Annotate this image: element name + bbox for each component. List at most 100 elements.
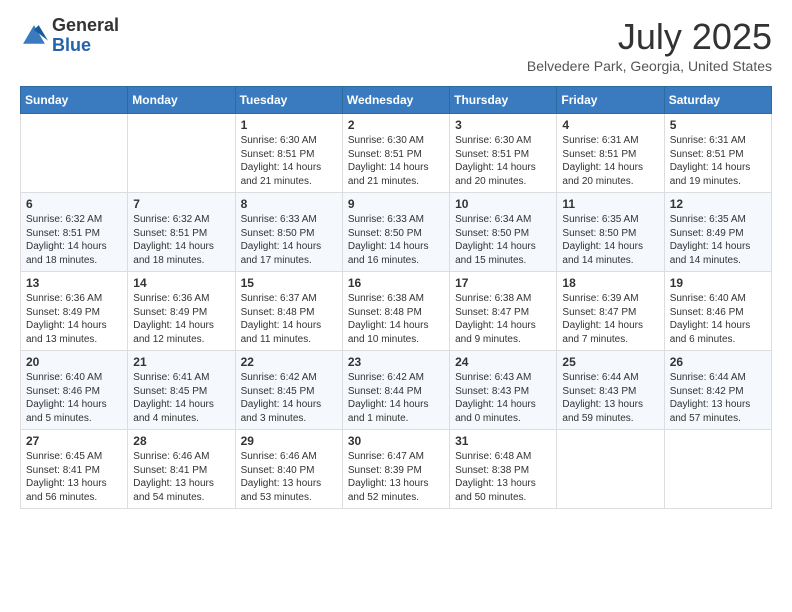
calendar-cell: 2 Sunrise: 6:30 AMSunset: 8:51 PMDaylight… bbox=[342, 114, 449, 193]
calendar-cell: 29Sunrise: 6:46 AMSunset: 8:40 PMDayligh… bbox=[235, 430, 342, 509]
calendar-header-row: SundayMondayTuesdayWednesdayThursdayFrid… bbox=[21, 87, 772, 114]
calendar-cell: 4Sunrise: 6:31 AMSunset: 8:51 PMDaylight… bbox=[557, 114, 664, 193]
page-header: General Blue July 2025 Belvedere Park, G… bbox=[20, 16, 772, 74]
cell-info: Sunrise: 6:31 AMSunset: 8:51 PMDaylight:… bbox=[670, 135, 751, 187]
day-number: 12 bbox=[670, 197, 766, 211]
calendar-cell bbox=[21, 114, 128, 193]
day-number: 19 bbox=[670, 276, 766, 290]
calendar-cell: 21Sunrise: 6:41 AMSunset: 8:45 PMDayligh… bbox=[128, 351, 235, 430]
calendar-cell bbox=[664, 430, 771, 509]
calendar-cell: 15 Sunrise: 6:37 AMSunset: 8:48 PMDayligh… bbox=[235, 272, 342, 351]
cell-info: Sunrise: 6:32 AMSunset: 8:51 PMDaylight:… bbox=[133, 214, 214, 266]
day-number: 22 bbox=[241, 355, 337, 369]
cell-info: Sunrise: 6:43 AMSunset: 8:43 PMDaylight:… bbox=[455, 372, 536, 424]
calendar-cell: 20Sunrise: 6:40 AMSunset: 8:46 PMDayligh… bbox=[21, 351, 128, 430]
calendar-cell: 3 Sunrise: 6:30 AMSunset: 8:51 PMDaylight… bbox=[450, 114, 557, 193]
calendar-week-row: 20Sunrise: 6:40 AMSunset: 8:46 PMDayligh… bbox=[21, 351, 772, 430]
weekday-header-sunday: Sunday bbox=[21, 87, 128, 114]
cell-info: Sunrise: 6:30 AMSunset: 8:51 PMDaylight:… bbox=[348, 135, 429, 187]
weekday-header-thursday: Thursday bbox=[450, 87, 557, 114]
calendar-cell: 11Sunrise: 6:35 AMSunset: 8:50 PMDayligh… bbox=[557, 193, 664, 272]
calendar-cell: 6 Sunrise: 6:32 AMSunset: 8:51 PMDaylight… bbox=[21, 193, 128, 272]
cell-info: Sunrise: 6:35 AMSunset: 8:49 PMDaylight:… bbox=[670, 214, 751, 266]
month-title: July 2025 bbox=[527, 16, 772, 58]
logo: General Blue bbox=[20, 16, 119, 56]
calendar-cell: 5 Sunrise: 6:31 AMSunset: 8:51 PMDaylight… bbox=[664, 114, 771, 193]
day-number: 31 bbox=[455, 434, 551, 448]
day-number: 6 bbox=[26, 197, 122, 211]
cell-info: Sunrise: 6:30 AMSunset: 8:51 PMDaylight:… bbox=[241, 135, 322, 187]
day-number: 26 bbox=[670, 355, 766, 369]
cell-info: Sunrise: 6:32 AMSunset: 8:51 PMDaylight:… bbox=[26, 214, 107, 266]
day-number: 7 bbox=[133, 197, 229, 211]
day-number: 27 bbox=[26, 434, 122, 448]
cell-info: Sunrise: 6:46 AMSunset: 8:41 PMDaylight:… bbox=[133, 451, 214, 503]
cell-info: Sunrise: 6:30 AMSunset: 8:51 PMDaylight:… bbox=[455, 135, 536, 187]
day-number: 3 bbox=[455, 118, 551, 132]
calendar-cell: 1 Sunrise: 6:30 AMSunset: 8:51 PMDaylight… bbox=[235, 114, 342, 193]
calendar-cell: 8 Sunrise: 6:33 AMSunset: 8:50 PMDaylight… bbox=[235, 193, 342, 272]
cell-info: Sunrise: 6:38 AMSunset: 8:48 PMDaylight:… bbox=[348, 293, 429, 345]
cell-info: Sunrise: 6:47 AMSunset: 8:39 PMDaylight:… bbox=[348, 451, 429, 503]
calendar-week-row: 27 Sunrise: 6:45 AMSunset: 8:41 PMDayligh… bbox=[21, 430, 772, 509]
cell-info: Sunrise: 6:33 AMSunset: 8:50 PMDaylight:… bbox=[241, 214, 322, 266]
location-text: Belvedere Park, Georgia, United States bbox=[527, 58, 772, 74]
calendar-cell: 10 Sunrise: 6:34 AMSunset: 8:50 PMDayligh… bbox=[450, 193, 557, 272]
day-number: 9 bbox=[348, 197, 444, 211]
calendar-cell: 13 Sunrise: 6:36 AMSunset: 8:49 PMDayligh… bbox=[21, 272, 128, 351]
weekday-header-wednesday: Wednesday bbox=[342, 87, 449, 114]
cell-info: Sunrise: 6:39 AMSunset: 8:47 PMDaylight:… bbox=[562, 293, 643, 345]
calendar-cell: 27 Sunrise: 6:45 AMSunset: 8:41 PMDayligh… bbox=[21, 430, 128, 509]
calendar-cell: 25 Sunrise: 6:44 AMSunset: 8:43 PMDayligh… bbox=[557, 351, 664, 430]
day-number: 25 bbox=[562, 355, 658, 369]
calendar-cell: 12 Sunrise: 6:35 AMSunset: 8:49 PMDayligh… bbox=[664, 193, 771, 272]
cell-info: Sunrise: 6:45 AMSunset: 8:41 PMDaylight:… bbox=[26, 451, 107, 503]
weekday-header-monday: Monday bbox=[128, 87, 235, 114]
cell-info: Sunrise: 6:46 AMSunset: 8:40 PMDaylight:… bbox=[241, 451, 322, 503]
day-number: 15 bbox=[241, 276, 337, 290]
day-number: 11 bbox=[562, 197, 658, 211]
calendar-week-row: 13 Sunrise: 6:36 AMSunset: 8:49 PMDayligh… bbox=[21, 272, 772, 351]
title-block: July 2025 Belvedere Park, Georgia, Unite… bbox=[527, 16, 772, 74]
calendar-cell: 30 Sunrise: 6:47 AMSunset: 8:39 PMDayligh… bbox=[342, 430, 449, 509]
calendar-table: SundayMondayTuesdayWednesdayThursdayFrid… bbox=[20, 86, 772, 509]
cell-info: Sunrise: 6:37 AMSunset: 8:48 PMDaylight:… bbox=[241, 293, 322, 345]
day-number: 23 bbox=[348, 355, 444, 369]
day-number: 28 bbox=[133, 434, 229, 448]
day-number: 5 bbox=[670, 118, 766, 132]
calendar-cell bbox=[128, 114, 235, 193]
day-number: 8 bbox=[241, 197, 337, 211]
cell-info: Sunrise: 6:40 AMSunset: 8:46 PMDaylight:… bbox=[26, 372, 107, 424]
calendar-cell bbox=[557, 430, 664, 509]
calendar-cell: 19Sunrise: 6:40 AMSunset: 8:46 PMDayligh… bbox=[664, 272, 771, 351]
calendar-cell: 23Sunrise: 6:42 AMSunset: 8:44 PMDayligh… bbox=[342, 351, 449, 430]
weekday-header-tuesday: Tuesday bbox=[235, 87, 342, 114]
cell-info: Sunrise: 6:42 AMSunset: 8:45 PMDaylight:… bbox=[241, 372, 322, 424]
calendar-cell: 18Sunrise: 6:39 AMSunset: 8:47 PMDayligh… bbox=[557, 272, 664, 351]
day-number: 10 bbox=[455, 197, 551, 211]
day-number: 2 bbox=[348, 118, 444, 132]
calendar-week-row: 6 Sunrise: 6:32 AMSunset: 8:51 PMDaylight… bbox=[21, 193, 772, 272]
cell-info: Sunrise: 6:44 AMSunset: 8:43 PMDaylight:… bbox=[562, 372, 643, 424]
cell-info: Sunrise: 6:38 AMSunset: 8:47 PMDaylight:… bbox=[455, 293, 536, 345]
cell-info: Sunrise: 6:31 AMSunset: 8:51 PMDaylight:… bbox=[562, 135, 643, 187]
calendar-cell: 28 Sunrise: 6:46 AMSunset: 8:41 PMDayligh… bbox=[128, 430, 235, 509]
cell-info: Sunrise: 6:36 AMSunset: 8:49 PMDaylight:… bbox=[26, 293, 107, 345]
calendar-cell: 7 Sunrise: 6:32 AMSunset: 8:51 PMDaylight… bbox=[128, 193, 235, 272]
day-number: 24 bbox=[455, 355, 551, 369]
cell-info: Sunrise: 6:33 AMSunset: 8:50 PMDaylight:… bbox=[348, 214, 429, 266]
calendar-cell: 9 Sunrise: 6:33 AMSunset: 8:50 PMDaylight… bbox=[342, 193, 449, 272]
logo-general-text: General bbox=[52, 16, 119, 36]
calendar-cell: 24 Sunrise: 6:43 AMSunset: 8:43 PMDayligh… bbox=[450, 351, 557, 430]
logo-text: General Blue bbox=[52, 16, 119, 56]
calendar-cell: 17 Sunrise: 6:38 AMSunset: 8:47 PMDayligh… bbox=[450, 272, 557, 351]
day-number: 13 bbox=[26, 276, 122, 290]
calendar-week-row: 1 Sunrise: 6:30 AMSunset: 8:51 PMDaylight… bbox=[21, 114, 772, 193]
weekday-header-friday: Friday bbox=[557, 87, 664, 114]
cell-info: Sunrise: 6:34 AMSunset: 8:50 PMDaylight:… bbox=[455, 214, 536, 266]
cell-info: Sunrise: 6:41 AMSunset: 8:45 PMDaylight:… bbox=[133, 372, 214, 424]
day-number: 1 bbox=[241, 118, 337, 132]
weekday-header-saturday: Saturday bbox=[664, 87, 771, 114]
day-number: 30 bbox=[348, 434, 444, 448]
day-number: 17 bbox=[455, 276, 551, 290]
